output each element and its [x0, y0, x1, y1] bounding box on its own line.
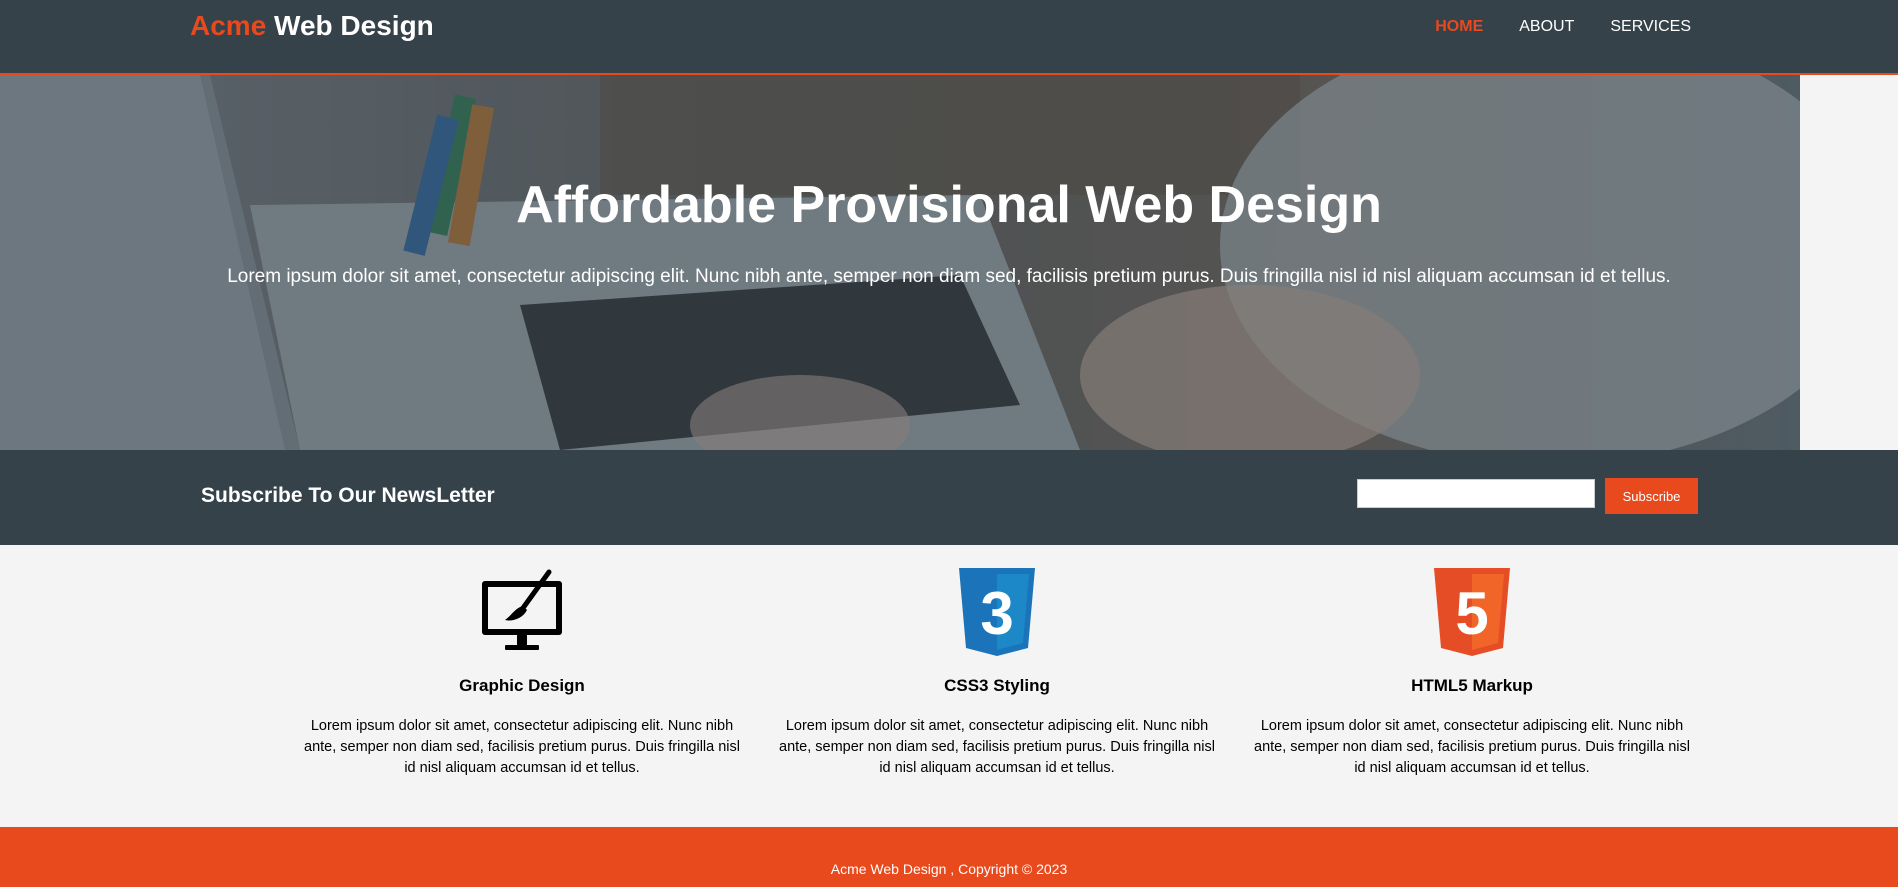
html5-logo-icon: 5	[1434, 568, 1510, 656]
html5-badge: 5	[1455, 580, 1488, 647]
feature-text: Lorem ipsum dolor sit amet, consectetur …	[779, 718, 1215, 776]
hero-text: Lorem ipsum dolor sit amet, consectetur …	[227, 266, 1671, 287]
feature-box-graphic-design: Graphic Design Lorem ipsum dolor sit ame…	[292, 568, 752, 779]
brand-highlight: Acme	[190, 10, 267, 41]
feature-text: Lorem ipsum dolor sit amet, consectetur …	[1254, 718, 1690, 776]
hero-side-gap	[1800, 75, 1898, 450]
nav-link-home[interactable]: HOME	[1435, 18, 1483, 36]
newsletter-email-input[interactable]	[1357, 479, 1595, 508]
css3-badge: 3	[980, 580, 1013, 647]
feature-box-html5: 5 HTML5 Markup Lorem ipsum dolor sit ame…	[1242, 568, 1702, 779]
feature-text: Lorem ipsum dolor sit amet, consectetur …	[304, 718, 740, 776]
brand-name: Web Design	[274, 10, 434, 41]
hero-overlay	[0, 75, 1800, 450]
paint-brush-monitor-icon	[482, 569, 562, 650]
feature-title: CSS3 Styling	[944, 676, 1050, 695]
newsletter-section: Subscribe To Our NewsLetter Subscribe	[0, 450, 1898, 545]
nav-link-about[interactable]: ABOUT	[1519, 18, 1574, 36]
nav-link-services[interactable]: SERVICES	[1610, 18, 1691, 36]
main-nav: HOME ABOUT SERVICES	[1435, 18, 1691, 36]
site-header: Acme Web Design HOME ABOUT SERVICES	[0, 0, 1898, 75]
newsletter-heading: Subscribe To Our NewsLetter	[201, 484, 495, 507]
brand-logo[interactable]: Acme Web Design	[190, 10, 434, 42]
hero-title: Affordable Provisional Web Design	[516, 176, 1382, 234]
footer-copyright: Acme Web Design , Copyright © 2023	[830, 861, 1068, 877]
feature-box-css3: 3 CSS3 Styling Lorem ipsum dolor sit ame…	[767, 568, 1227, 779]
feature-title: Graphic Design	[459, 676, 585, 695]
feature-title: HTML5 Markup	[1411, 676, 1533, 695]
subscribe-button[interactable]: Subscribe	[1605, 478, 1698, 514]
site-footer: Acme Web Design , Copyright © 2023	[0, 827, 1898, 887]
hero-showcase: Affordable Provisional Web Design Lorem …	[0, 75, 1800, 450]
css3-logo-icon: 3	[959, 568, 1035, 656]
